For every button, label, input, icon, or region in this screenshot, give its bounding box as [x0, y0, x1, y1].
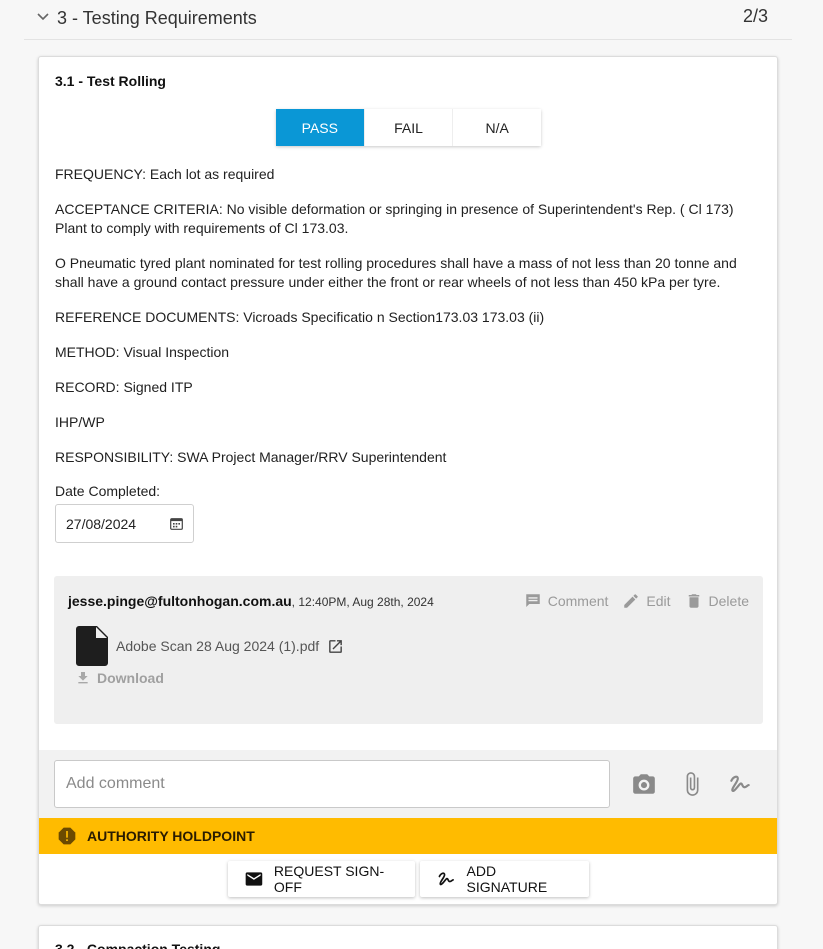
download-button[interactable]: Download: [75, 670, 164, 686]
authority-holdpoint-banner: AUTHORITY HOLDPOINT: [39, 818, 777, 854]
attachment-row: Adobe Scan 28 Aug 2024 (1).pdf: [76, 626, 344, 666]
comment-delete-label: Delete: [708, 593, 749, 609]
comment-actions: Comment Edit Delete: [524, 592, 749, 610]
add-signature-button[interactable]: ADD SIGNATURE: [420, 861, 589, 897]
item-description: FREQUENCY: Each lot as required ACCEPTAN…: [55, 165, 767, 483]
pass-option[interactable]: PASS: [276, 109, 364, 146]
comment-author: jesse.pinge@fultonhogan.com.au: [68, 593, 292, 609]
open-external-icon[interactable]: [327, 638, 344, 655]
signature-icon: [438, 872, 454, 886]
checklist-item-card-next[interactable]: 3.2 - Compaction Testing: [38, 925, 778, 949]
next-item-title: 3.2 - Compaction Testing: [55, 941, 221, 949]
record-text: RECORD: Signed ITP: [55, 379, 193, 395]
checklist-item-card: 3.1 - Test Rolling PASS FAIL N/A FREQUEN…: [38, 56, 778, 905]
fail-option[interactable]: FAIL: [363, 109, 453, 146]
comment-timestamp: , 12:40PM, Aug 28th, 2024: [291, 595, 434, 609]
download-icon: [78, 672, 88, 684]
pencil-icon: [624, 594, 639, 608]
download-label: Download: [97, 670, 164, 686]
chevron-down-icon[interactable]: [36, 10, 50, 24]
result-toggle: PASS FAIL N/A: [276, 109, 542, 146]
date-completed-label: Date Completed:: [55, 483, 161, 499]
file-icon: [76, 626, 108, 666]
attachment-filename[interactable]: Adobe Scan 28 Aug 2024 (1).pdf: [116, 638, 319, 654]
acceptance-criteria-text: ACCEPTANCE CRITERIA: No visible deformat…: [55, 201, 734, 236]
holdpoint-label: AUTHORITY HOLDPOINT: [87, 828, 255, 844]
trash-icon: [688, 594, 699, 608]
calendar-icon[interactable]: [170, 517, 183, 530]
reference-documents-text: REFERENCE DOCUMENTS: Vicroads Specificat…: [55, 309, 545, 325]
comment-delete-button[interactable]: Delete: [685, 592, 749, 610]
request-signoff-label: REQUEST SIGN-OFF: [273, 863, 385, 895]
section-header[interactable]: 3 - Testing Requirements 2/3: [24, 0, 792, 40]
date-completed-field[interactable]: 27/08/2024: [55, 504, 194, 543]
warning-icon: [58, 827, 76, 845]
section-progress-count: 2/3: [742, 6, 768, 26]
comment-edit-button[interactable]: Edit: [622, 592, 671, 610]
frequency-text: FREQUENCY: Each lot as required: [55, 166, 275, 182]
ihp-wp-text: IHP/WP: [55, 414, 105, 430]
method-text: METHOD: Visual Inspection: [55, 344, 230, 360]
date-value: 27/08/2024: [66, 515, 137, 532]
comment-author-line: jesse.pinge@fultonhogan.com.au, 12:40PM,…: [68, 593, 434, 609]
add-signature-label: ADD SIGNATURE: [466, 863, 548, 895]
item-title: 3.1 - Test Rolling: [55, 73, 166, 89]
attach-icon[interactable]: [679, 771, 705, 797]
signoff-actions: REQUEST SIGN-OFF ADD SIGNATURE: [39, 854, 777, 904]
na-option[interactable]: N/A: [452, 109, 542, 146]
comment-reply-label: Comment: [547, 593, 609, 609]
comment-icon: [525, 594, 540, 607]
pneumatic-plant-text: O Pneumatic tyred plant nominated for te…: [55, 255, 737, 290]
signature-icon[interactable]: [727, 771, 753, 797]
add-comment-bar: [39, 750, 777, 818]
comment-reply-button[interactable]: Comment: [524, 592, 609, 610]
camera-icon[interactable]: [631, 771, 657, 797]
request-signoff-button[interactable]: REQUEST SIGN-OFF: [228, 861, 415, 897]
add-comment-input[interactable]: [54, 760, 610, 808]
responsibility-text: RESPONSIBILITY: SWA Project Manager/RRV …: [55, 449, 447, 465]
comment-entry: jesse.pinge@fultonhogan.com.au, 12:40PM,…: [54, 576, 763, 724]
envelope-icon: [245, 872, 263, 886]
section-title: 3 - Testing Requirements: [57, 8, 257, 28]
comment-edit-label: Edit: [646, 593, 671, 609]
